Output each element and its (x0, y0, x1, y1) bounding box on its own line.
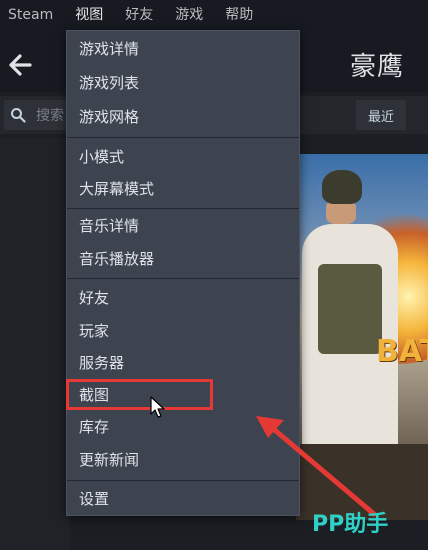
search-placeholder: 搜索 (36, 108, 64, 124)
menu-view[interactable]: 视图 (75, 0, 103, 30)
menu-help[interactable]: 帮助 (225, 0, 253, 30)
menu-games[interactable]: 游戏 (175, 0, 203, 30)
highlight-box (66, 379, 213, 410)
red-arrow-icon (256, 416, 377, 517)
menu-item-small-mode[interactable]: 小模式 (67, 142, 299, 172)
game-logo-text: BAT (376, 334, 428, 369)
watermark-logo: PP助手 (312, 512, 389, 537)
menu-item-game-details[interactable]: 游戏详情 (67, 34, 299, 64)
soldier-helmet-shape (322, 170, 362, 204)
menu-item-players[interactable]: 玩家 (67, 316, 299, 346)
back-arrow-icon[interactable] (6, 52, 32, 78)
menu-bar: Steam 视图 好友 游戏 帮助 (0, 0, 428, 30)
menu-item-music-details[interactable]: 音乐详情 (67, 211, 299, 241)
nav-username[interactable]: 豪鹰 (350, 46, 404, 83)
game-list-panel (0, 138, 70, 550)
menu-friends[interactable]: 好友 (125, 0, 153, 30)
menu-item-game-grid[interactable]: 游戏网格 (67, 102, 299, 132)
menu-item-friends[interactable]: 好友 (67, 283, 299, 313)
menu-divider (67, 278, 299, 279)
recent-button[interactable]: 最近 (356, 100, 406, 130)
menu-item-music-player[interactable]: 音乐播放器 (67, 244, 299, 274)
menu-steam[interactable]: Steam (8, 0, 53, 30)
menu-divider (67, 208, 299, 209)
menu-item-big-picture[interactable]: 大屏幕模式 (67, 174, 299, 204)
menu-divider (67, 137, 299, 138)
menu-item-game-list[interactable]: 游戏列表 (67, 68, 299, 98)
mouse-cursor-icon (150, 396, 165, 418)
menu-item-servers[interactable]: 服务器 (67, 348, 299, 378)
search-icon (11, 108, 26, 123)
soldier-vest-shape (318, 264, 382, 354)
